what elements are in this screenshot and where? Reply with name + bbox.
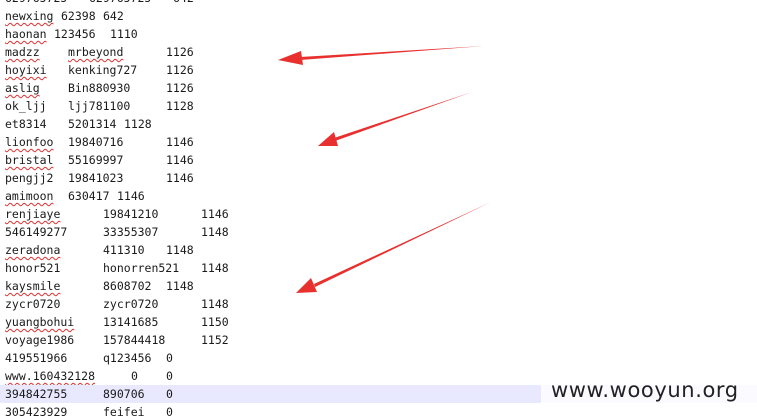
line-field: 642 bbox=[103, 9, 124, 23]
line-field: 1148 bbox=[201, 297, 229, 311]
line-field: 630417 bbox=[68, 189, 110, 203]
text-line[interactable]: newxing 62398 642 bbox=[0, 7, 757, 25]
line-field: mrbeyond bbox=[68, 45, 124, 59]
line-field: 642 bbox=[173, 0, 194, 7]
text-line[interactable]: 419551966 q123456 0 bbox=[0, 349, 757, 367]
line-field: pengjj2 bbox=[5, 171, 54, 185]
line-field: 123456 bbox=[54, 27, 96, 41]
line-field: 890706 bbox=[103, 387, 145, 401]
line-field: zycr0720 bbox=[103, 297, 159, 311]
line-field: 33355307 bbox=[103, 225, 159, 239]
watermark: www.wooyun.org bbox=[541, 375, 757, 405]
text-line[interactable]: kaysmile 8608702 1148 bbox=[0, 277, 757, 295]
line-field: 1148 bbox=[166, 243, 194, 257]
line-field: voyage1986 bbox=[5, 333, 75, 347]
line-field: 1146 bbox=[117, 189, 145, 203]
line-field: amimoon bbox=[5, 189, 54, 203]
text-line[interactable]: honor521 honorren521 1148 bbox=[0, 259, 757, 277]
text-line[interactable]: ok_ljj ljj781100 1128 bbox=[0, 97, 757, 115]
line-field: 1128 bbox=[124, 117, 152, 131]
line-field: kenking727 bbox=[68, 63, 138, 77]
line-field: 1146 bbox=[201, 207, 229, 221]
line-field: et8314 bbox=[5, 117, 47, 131]
text-line[interactable]: 305423929 feifei 0 bbox=[0, 403, 757, 418]
line-field: 157844418 bbox=[103, 333, 166, 347]
line-field: aslig bbox=[5, 81, 40, 95]
watermark-text: www.wooyun.org bbox=[551, 378, 739, 402]
line-field: zycr0720 bbox=[5, 297, 61, 311]
text-line[interactable]: zeradona 411310 1148 bbox=[0, 241, 757, 259]
line-field: madzz bbox=[5, 45, 40, 59]
line-field: www.160432128 bbox=[5, 369, 96, 383]
line-field: 19840716 bbox=[68, 135, 124, 149]
text-line[interactable]: amimoon 630417 1146 bbox=[0, 187, 757, 205]
text-line[interactable]: 629765725 629765725 642 bbox=[0, 0, 757, 7]
text-line[interactable]: renjiaye 19841210 1146 bbox=[0, 205, 757, 223]
line-field: q123456 bbox=[103, 351, 152, 365]
line-field: ok_ljj bbox=[5, 99, 47, 113]
line-field: 1146 bbox=[166, 135, 194, 149]
line-field: hoyixi bbox=[5, 63, 47, 77]
line-field: 419551966 bbox=[5, 351, 68, 365]
line-field: 1150 bbox=[201, 315, 229, 329]
line-field: 1148 bbox=[166, 279, 194, 293]
line-field: 394842755 bbox=[5, 387, 68, 401]
line-field: 13141685 bbox=[103, 315, 159, 329]
line-field: 0 bbox=[166, 405, 173, 418]
line-field: 1146 bbox=[166, 171, 194, 185]
line-field: newxing bbox=[5, 9, 54, 23]
line-field: 0 bbox=[166, 387, 173, 401]
line-field: honorren521 bbox=[103, 261, 180, 275]
line-field: 1110 bbox=[110, 27, 138, 41]
line-field: 305423929 bbox=[5, 405, 68, 418]
line-field: 19841210 bbox=[103, 207, 159, 221]
line-field: 411310 bbox=[103, 243, 145, 257]
line-field: haonan bbox=[5, 27, 47, 41]
line-field: 8608702 bbox=[103, 279, 152, 293]
line-field: 1146 bbox=[166, 153, 194, 167]
line-field: 62398 bbox=[61, 9, 96, 23]
line-field: kaysmile bbox=[5, 279, 61, 293]
text-line[interactable]: zycr0720 zycr0720 1148 bbox=[0, 295, 757, 313]
line-field: 0 bbox=[166, 369, 173, 383]
text-line[interactable]: 546149277 33355307 1148 bbox=[0, 223, 757, 241]
text-line[interactable]: voyage1986 157844418 1152 bbox=[0, 331, 757, 349]
line-field: bristal bbox=[5, 153, 54, 167]
line-field: zeradona bbox=[5, 243, 61, 257]
line-field: 1126 bbox=[166, 81, 194, 95]
line-field: 1148 bbox=[201, 225, 229, 239]
text-line[interactable]: haonan 123456 1110 bbox=[0, 25, 757, 43]
text-line[interactable]: madzz mrbeyond 1126 bbox=[0, 43, 757, 61]
text-line[interactable]: aslig Bin880930 1126 bbox=[0, 79, 757, 97]
text-line[interactable]: yuangbohui 13141685 1150 bbox=[0, 313, 757, 331]
line-field: lionfoo bbox=[5, 135, 54, 149]
line-field: 0 bbox=[131, 369, 138, 383]
line-field: renjiaye bbox=[5, 207, 61, 221]
line-field: yuangbohui bbox=[5, 315, 75, 329]
text-line[interactable]: pengjj2 19841023 1146 bbox=[0, 169, 757, 187]
line-field: honor521 bbox=[5, 261, 61, 275]
line-field: 1148 bbox=[201, 261, 229, 275]
line-field: ljj781100 bbox=[68, 99, 131, 113]
line-field: 5201314 bbox=[68, 117, 117, 131]
text-line[interactable]: lionfoo 19840716 1146 bbox=[0, 133, 757, 151]
line-field: 629765725 bbox=[89, 0, 151, 7]
line-field: 1152 bbox=[201, 333, 229, 347]
line-field: feifei bbox=[103, 405, 145, 418]
text-line[interactable]: et8314 5201314 1128 bbox=[0, 115, 757, 133]
text-line[interactable]: hoyixi kenking727 1126 bbox=[0, 61, 757, 79]
text-line[interactable]: bristal 55169997 1146 bbox=[0, 151, 757, 169]
text-editor[interactable]: 629765725 629765725 642 newxing 62398 642 haon… bbox=[0, 0, 757, 418]
line-field: Bin880930 bbox=[68, 81, 131, 95]
line-field: 1126 bbox=[166, 45, 194, 59]
line-field: 19841023 bbox=[68, 171, 124, 185]
line-field: 55169997 bbox=[68, 153, 124, 167]
line-field: 0 bbox=[166, 351, 173, 365]
line-field: 1128 bbox=[166, 99, 194, 113]
line-field: 629765725 bbox=[5, 0, 67, 7]
line-field: 1126 bbox=[166, 63, 194, 77]
line-field: 546149277 bbox=[5, 225, 68, 239]
